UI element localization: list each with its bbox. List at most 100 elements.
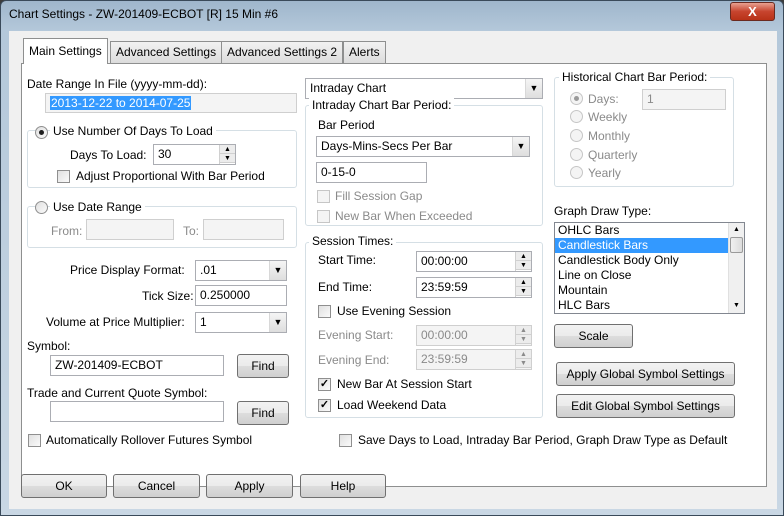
list-item[interactable]: Mountain xyxy=(555,283,744,298)
help-button[interactable]: Help xyxy=(300,474,386,498)
title-bar[interactable]: Chart Settings - ZW-201409-ECBOT [R] 15 … xyxy=(1,1,783,29)
from-label: From: xyxy=(51,224,83,238)
chart-settings-window: Chart Settings - ZW-201409-ECBOT [R] 15 … xyxy=(0,0,784,516)
scale-button[interactable]: Scale xyxy=(554,324,633,348)
new-bar-session-checkbox[interactable]: ✓ xyxy=(318,378,331,391)
chevron-down-icon[interactable]: ▼ xyxy=(269,313,286,332)
use-evening-session-checkbox[interactable] xyxy=(318,305,331,318)
bar-period-input[interactable]: 0-15-0 xyxy=(316,162,427,183)
use-date-range-label: Use Date Range xyxy=(50,200,145,214)
to-label: To: xyxy=(183,224,200,238)
hist-yearly-radio[interactable] xyxy=(570,166,583,179)
end-time-value: 23:59:59 xyxy=(421,280,468,294)
end-time-input[interactable]: 23:59:59 ▲ ▼ xyxy=(416,277,532,298)
session-group-label: Session Times: xyxy=(309,234,397,248)
start-time-input[interactable]: 00:00:00 ▲ ▼ xyxy=(416,251,532,272)
scroll-track[interactable] xyxy=(729,253,744,299)
bar-period-label: Bar Period xyxy=(318,118,375,132)
spin-up-icon[interactable]: ▲ xyxy=(516,252,531,261)
tick-size-label: Tick Size: xyxy=(142,289,194,303)
new-bar-exceeded-checkbox[interactable] xyxy=(317,210,330,223)
edit-global-settings-button[interactable]: Edit Global Symbol Settings xyxy=(556,394,735,418)
date-range-value: 2013-12-22 to 2014-07-25 xyxy=(50,96,192,110)
cancel-button[interactable]: Cancel xyxy=(113,474,200,498)
list-scrollbar[interactable]: ▲ ▼ xyxy=(728,223,744,313)
load-weekend-label: Load Weekend Data xyxy=(337,398,447,412)
apply-global-settings-button[interactable]: Apply Global Symbol Settings xyxy=(556,362,735,386)
list-item[interactable]: Candlestick Body Only xyxy=(555,253,744,268)
list-item[interactable]: Line on Close xyxy=(555,268,744,283)
days-to-load-input[interactable]: 30 ▲ ▼ xyxy=(153,144,236,165)
trade-symbol-find-button[interactable]: Find xyxy=(237,401,289,425)
use-days-label: Use Number Of Days To Load xyxy=(50,124,216,138)
scroll-up-icon[interactable]: ▲ xyxy=(729,223,744,237)
use-evening-session-label: Use Evening Session xyxy=(337,304,452,318)
apply-button[interactable]: Apply xyxy=(206,474,293,498)
evening-start-label: Evening Start: xyxy=(318,328,394,342)
use-date-range-radio[interactable] xyxy=(35,201,48,214)
end-time-spinner[interactable]: ▲ ▼ xyxy=(515,278,531,297)
tick-size-input[interactable]: 0.250000 xyxy=(195,285,287,306)
rollover-checkbox[interactable] xyxy=(28,434,41,447)
list-item[interactable]: Candlestick Bars xyxy=(555,238,744,253)
hist-days-radio[interactable] xyxy=(570,92,583,105)
adjust-proportional-checkbox[interactable] xyxy=(57,170,70,183)
trade-symbol-input[interactable] xyxy=(50,401,224,422)
start-time-spinner[interactable]: ▲ ▼ xyxy=(515,252,531,271)
price-format-select[interactable]: .01 ▼ xyxy=(195,260,287,281)
days-spinner[interactable]: ▲ ▼ xyxy=(219,145,235,164)
spin-down-icon[interactable]: ▼ xyxy=(516,335,531,344)
spin-down-icon[interactable]: ▼ xyxy=(516,261,531,270)
spin-up-icon[interactable]: ▲ xyxy=(220,145,235,154)
volume-multiplier-value: 1 xyxy=(200,315,207,329)
symbol-find-button[interactable]: Find xyxy=(237,354,289,378)
tab-advanced-settings-2[interactable]: Advanced Settings 2 xyxy=(221,41,344,63)
intraday-group-label: Intraday Chart Bar Period: xyxy=(309,98,455,112)
spin-up-icon[interactable]: ▲ xyxy=(516,278,531,287)
spin-up-icon[interactable]: ▲ xyxy=(516,350,531,359)
chevron-down-icon[interactable]: ▼ xyxy=(269,261,286,280)
spin-up-icon[interactable]: ▲ xyxy=(516,326,531,335)
scroll-thumb[interactable] xyxy=(730,237,743,253)
bar-period-value: Days-Mins-Secs Per Bar xyxy=(321,139,453,153)
scroll-down-icon[interactable]: ▼ xyxy=(729,299,744,313)
price-format-value: .01 xyxy=(200,263,217,277)
spin-down-icon[interactable]: ▼ xyxy=(516,359,531,368)
tab-alerts[interactable]: Alerts xyxy=(343,41,386,63)
fill-session-gap-checkbox[interactable] xyxy=(317,190,330,203)
new-bar-session-label: New Bar At Session Start xyxy=(337,377,472,391)
save-default-checkbox[interactable] xyxy=(339,434,352,447)
chart-type-select[interactable]: Intraday Chart ▼ xyxy=(305,78,543,99)
symbol-input[interactable]: ZW-201409-ECBOT xyxy=(50,355,224,376)
close-button[interactable]: X xyxy=(730,2,775,21)
graph-draw-type-label: Graph Draw Type: xyxy=(554,204,652,218)
fill-session-gap-label: Fill Session Gap xyxy=(335,189,423,203)
evening-start-input[interactable]: 00:00:00 ▲ ▼ xyxy=(416,325,532,346)
start-time-label: Start Time: xyxy=(318,253,377,267)
graph-draw-type-list[interactable]: OHLC Bars Candlestick Bars Candlestick B… xyxy=(554,222,745,314)
hist-weekly-radio[interactable] xyxy=(570,110,583,123)
price-format-label: Price Display Format: xyxy=(70,263,185,277)
from-date-input[interactable] xyxy=(86,219,174,240)
spin-down-icon[interactable]: ▼ xyxy=(220,154,235,163)
spin-down-icon[interactable]: ▼ xyxy=(516,287,531,296)
list-item[interactable]: HLC Bars xyxy=(555,298,744,313)
use-days-radio[interactable] xyxy=(35,126,48,139)
ok-button[interactable]: OK xyxy=(21,474,107,498)
hist-quarterly-radio[interactable] xyxy=(570,148,583,161)
volume-multiplier-select[interactable]: 1 ▼ xyxy=(195,312,287,333)
hist-monthly-radio[interactable] xyxy=(570,129,583,142)
evening-start-spinner[interactable]: ▲ ▼ xyxy=(515,326,531,345)
to-date-input[interactable] xyxy=(203,219,284,240)
load-weekend-checkbox[interactable]: ✓ xyxy=(318,399,331,412)
chevron-down-icon[interactable]: ▼ xyxy=(512,137,529,156)
evening-end-spinner[interactable]: ▲ ▼ xyxy=(515,350,531,369)
hist-days-input[interactable]: 1 xyxy=(642,89,726,110)
adjust-proportional-label: Adjust Proportional With Bar Period xyxy=(76,169,265,183)
list-item[interactable]: OHLC Bars xyxy=(555,223,744,238)
evening-end-input[interactable]: 23:59:59 ▲ ▼ xyxy=(416,349,532,370)
bar-period-select[interactable]: Days-Mins-Secs Per Bar ▼ xyxy=(316,136,530,157)
tab-advanced-settings[interactable]: Advanced Settings xyxy=(110,41,223,63)
tab-main-settings[interactable]: Main Settings xyxy=(23,38,108,64)
chevron-down-icon[interactable]: ▼ xyxy=(525,79,542,98)
